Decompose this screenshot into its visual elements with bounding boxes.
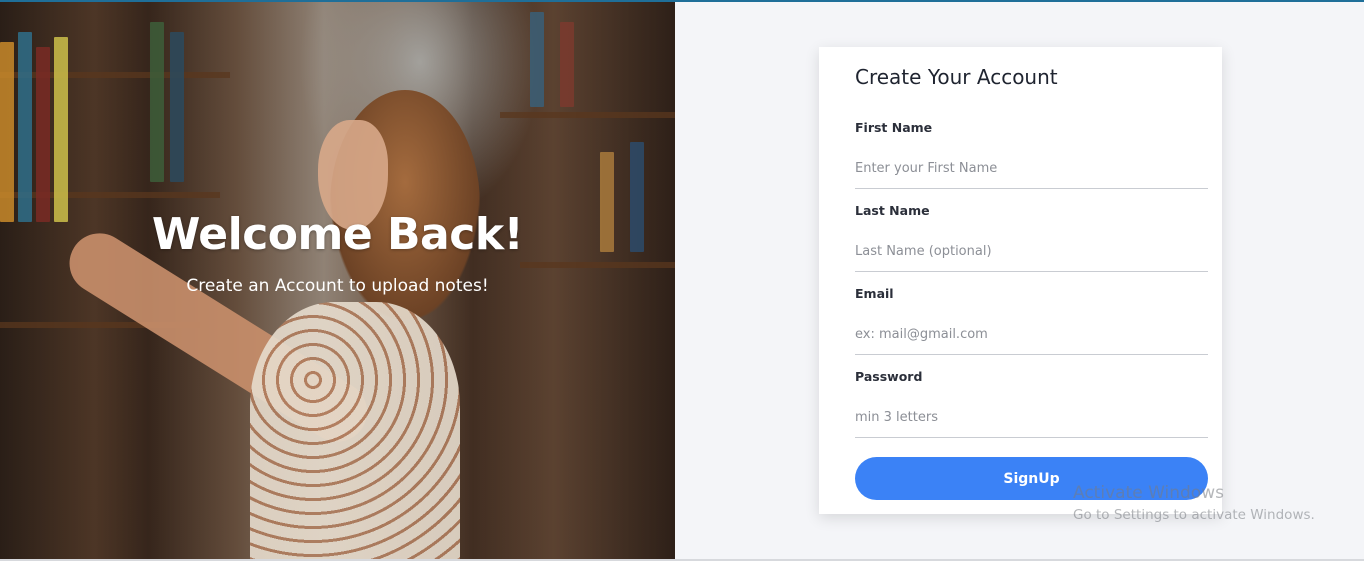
email-label: Email (855, 286, 894, 301)
hero-image-panel: Welcome Back! Create an Account to uploa… (0, 2, 675, 559)
watermark-title: Activate Windows (1073, 483, 1224, 503)
signup-card: Create Your Account First Name Last Name… (819, 47, 1222, 514)
book (36, 47, 50, 222)
person-body (250, 302, 460, 559)
book (530, 12, 544, 107)
email-input[interactable] (855, 315, 1208, 355)
form-title: Create Your Account (855, 65, 1058, 89)
password-label: Password (855, 369, 923, 384)
hero-subtitle: Create an Account to upload notes! (186, 276, 489, 296)
book (54, 37, 68, 222)
email-group: Email (855, 286, 1208, 355)
bookshelf (0, 192, 220, 198)
first-name-group: First Name (855, 120, 1208, 189)
first-name-label: First Name (855, 120, 933, 135)
watermark-subtitle: Go to Settings to activate Windows. (1073, 507, 1315, 523)
book (150, 22, 164, 182)
book (18, 32, 32, 222)
last-name-group: Last Name (855, 203, 1208, 272)
book (170, 32, 184, 182)
last-name-label: Last Name (855, 203, 930, 218)
hero-title: Welcome Back! (151, 209, 524, 260)
book (0, 42, 14, 222)
activate-windows-watermark: Activate Windows Go to Settings to activ… (1073, 483, 1315, 523)
book (560, 22, 574, 107)
first-name-input[interactable] (855, 149, 1208, 189)
hero-text: Welcome Back! Create an Account to uploa… (0, 209, 675, 296)
bookshelf (500, 112, 675, 118)
password-group: Password (855, 369, 1208, 438)
last-name-input[interactable] (855, 232, 1208, 272)
bookshelf (0, 72, 230, 78)
password-input[interactable] (855, 398, 1208, 438)
